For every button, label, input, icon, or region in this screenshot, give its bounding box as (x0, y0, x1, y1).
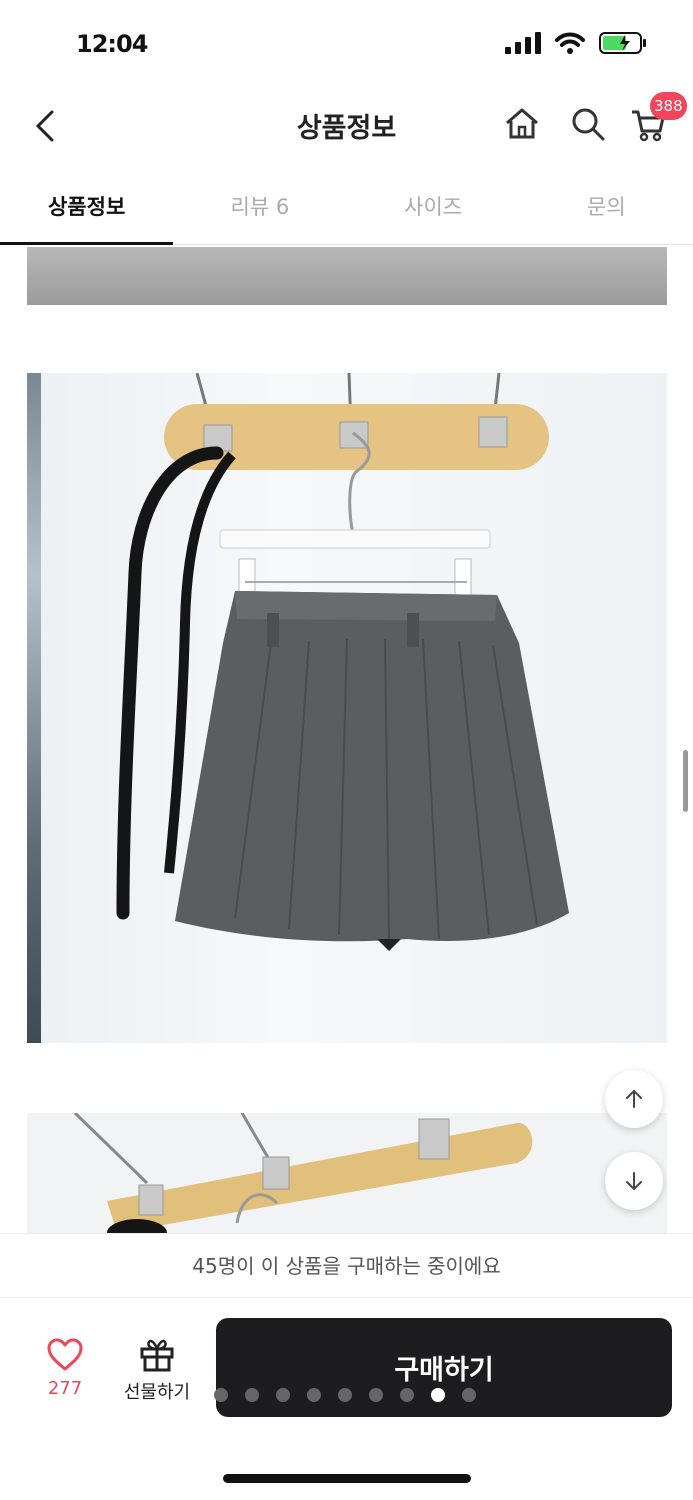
carousel-dot[interactable] (431, 1388, 445, 1402)
product-image-bottom (27, 1113, 667, 1233)
like-count: 277 (47, 1378, 83, 1399)
scroll-up-button[interactable] (605, 1070, 663, 1128)
like-button[interactable]: 277 (40, 1338, 90, 1399)
carousel-dot[interactable] (369, 1388, 383, 1402)
buying-now-notice: 45명이 이 상품을 구매하는 중이에요 (0, 1233, 693, 1297)
gift-icon (140, 1339, 174, 1372)
carousel-dot[interactable] (214, 1388, 228, 1402)
tab-size[interactable]: 사이즈 (347, 175, 520, 244)
arrow-down-icon (626, 1172, 642, 1191)
search-icon (572, 108, 605, 141)
skirt-photo (116, 373, 569, 951)
scroll-down-button[interactable] (605, 1152, 663, 1210)
home-button[interactable] (502, 104, 542, 148)
signal-icon (505, 32, 541, 54)
carousel-dot[interactable] (245, 1388, 259, 1402)
carousel-dot[interactable] (338, 1388, 352, 1402)
tab-reviews[interactable]: 리뷰 6 (173, 175, 346, 244)
status-icons (505, 32, 647, 54)
scrollbar[interactable] (683, 750, 688, 812)
product-image-skirt (27, 373, 667, 1043)
carousel-dot[interactable] (400, 1388, 414, 1402)
detail-tabs: 상품정보 리뷰 6 사이즈 문의 (0, 175, 693, 245)
carousel-dot[interactable] (307, 1388, 321, 1402)
app-header: 상품정보 388 (0, 92, 693, 162)
carousel-dot[interactable] (276, 1388, 290, 1402)
product-image-top (27, 247, 667, 305)
wifi-icon (555, 32, 585, 54)
buy-button[interactable]: 구매하기 (216, 1318, 672, 1417)
status-bar: 12:04 (0, 0, 693, 92)
arrow-up-icon (626, 1089, 642, 1108)
rack-photo (73, 1113, 533, 1233)
home-indicator[interactable] (223, 1474, 471, 1483)
carousel-dots (214, 1388, 476, 1402)
tab-product-info[interactable]: 상품정보 (0, 175, 174, 245)
gift-label: 선물하기 (123, 1382, 191, 1403)
carousel-dot[interactable] (462, 1388, 476, 1402)
battery-icon (599, 32, 646, 54)
home-icon (506, 108, 538, 139)
cart-count-badge: 388 (650, 92, 687, 120)
search-button[interactable] (568, 104, 608, 148)
gift-button[interactable]: 선물하기 (118, 1338, 196, 1404)
heart-icon (47, 1338, 83, 1371)
tab-inquiry[interactable]: 문의 (520, 175, 693, 244)
status-time: 12:04 (76, 30, 148, 58)
window-edge (27, 373, 41, 1043)
